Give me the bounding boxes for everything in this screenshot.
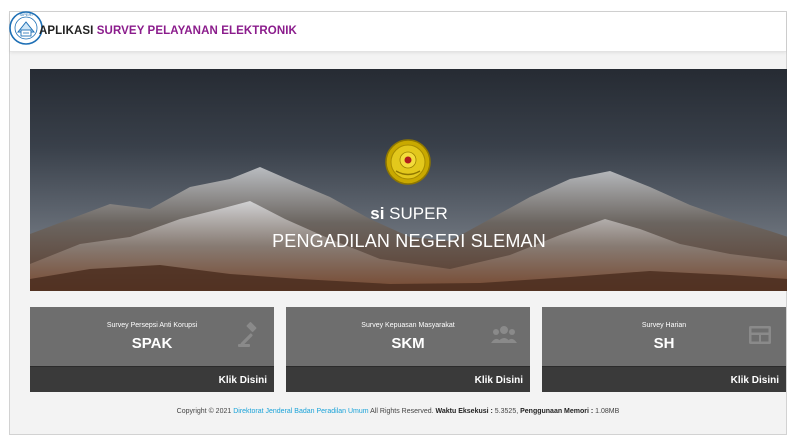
app-title-prefix: APLIKASI	[39, 25, 94, 37]
hero-banner: si SUPER PENGADILAN NEGERI SLEMAN	[30, 69, 787, 291]
grid-icon	[749, 326, 771, 344]
card-footer[interactable]: Klik Disini	[286, 366, 530, 392]
app-title: APLIKASI SURVEY PELAYANAN ELEKTRONIK	[39, 25, 297, 37]
card-body: Survey Harian SH	[542, 307, 786, 366]
page-frame: SIPERI APLIKASI SURVEY PELAYANAN ELEKTRO…	[9, 11, 787, 435]
footer-exec-label: Waktu Eksekusi :	[435, 408, 493, 415]
court-emblem-icon	[385, 139, 431, 185]
card-footer[interactable]: Klik Disini	[542, 366, 786, 392]
card-skm[interactable]: Survey Kepuasan Masyarakat SKM Klik Disi…	[286, 307, 530, 392]
gavel-icon	[238, 322, 257, 347]
hero-subtitle: PENGADILAN NEGERI SLEMAN	[272, 231, 546, 251]
logo-ring-text: SIPERI	[19, 12, 32, 17]
footer-mem-value: 1.08MB	[593, 408, 620, 415]
app-header: SIPERI APLIKASI SURVEY PELAYANAN ELEKTRO…	[9, 11, 786, 52]
card-spak[interactable]: Survey Persepsi Anti Korupsi SPAK Klik D…	[30, 307, 274, 392]
hero-title-rest: SUPER	[384, 204, 448, 223]
footer-exec-value: 5.3525,	[492, 408, 521, 415]
footer-rights: All Rights Reserved.	[368, 408, 436, 415]
app-title-highlight: SURVEY PELAYANAN ELEKTRONIK	[96, 25, 297, 37]
footer-copyright: Copyright © 2021	[176, 408, 234, 415]
skm-link[interactable]: Klik Disini	[475, 375, 523, 386]
users-icon	[491, 326, 517, 343]
footer-mem-label: Penggunaan Memori :	[520, 408, 594, 415]
sh-link[interactable]: Klik Disini	[731, 375, 779, 386]
footer-org-link[interactable]: Direktorat Jenderal Badan Peradilan Umum	[233, 408, 368, 415]
hero-title-bold: si	[370, 204, 385, 223]
card-body: Survey Persepsi Anti Korupsi SPAK	[30, 307, 274, 366]
spak-link[interactable]: Klik Disini	[219, 375, 267, 386]
card-body: Survey Kepuasan Masyarakat SKM	[286, 307, 530, 366]
card-sh[interactable]: Survey Harian SH Klik Disini	[542, 307, 786, 392]
card-footer[interactable]: Klik Disini	[30, 366, 274, 392]
page-footer: Copyright © 2021 Direktorat Jenderal Bad…	[10, 408, 786, 415]
hero-title: si SUPER	[30, 204, 787, 224]
